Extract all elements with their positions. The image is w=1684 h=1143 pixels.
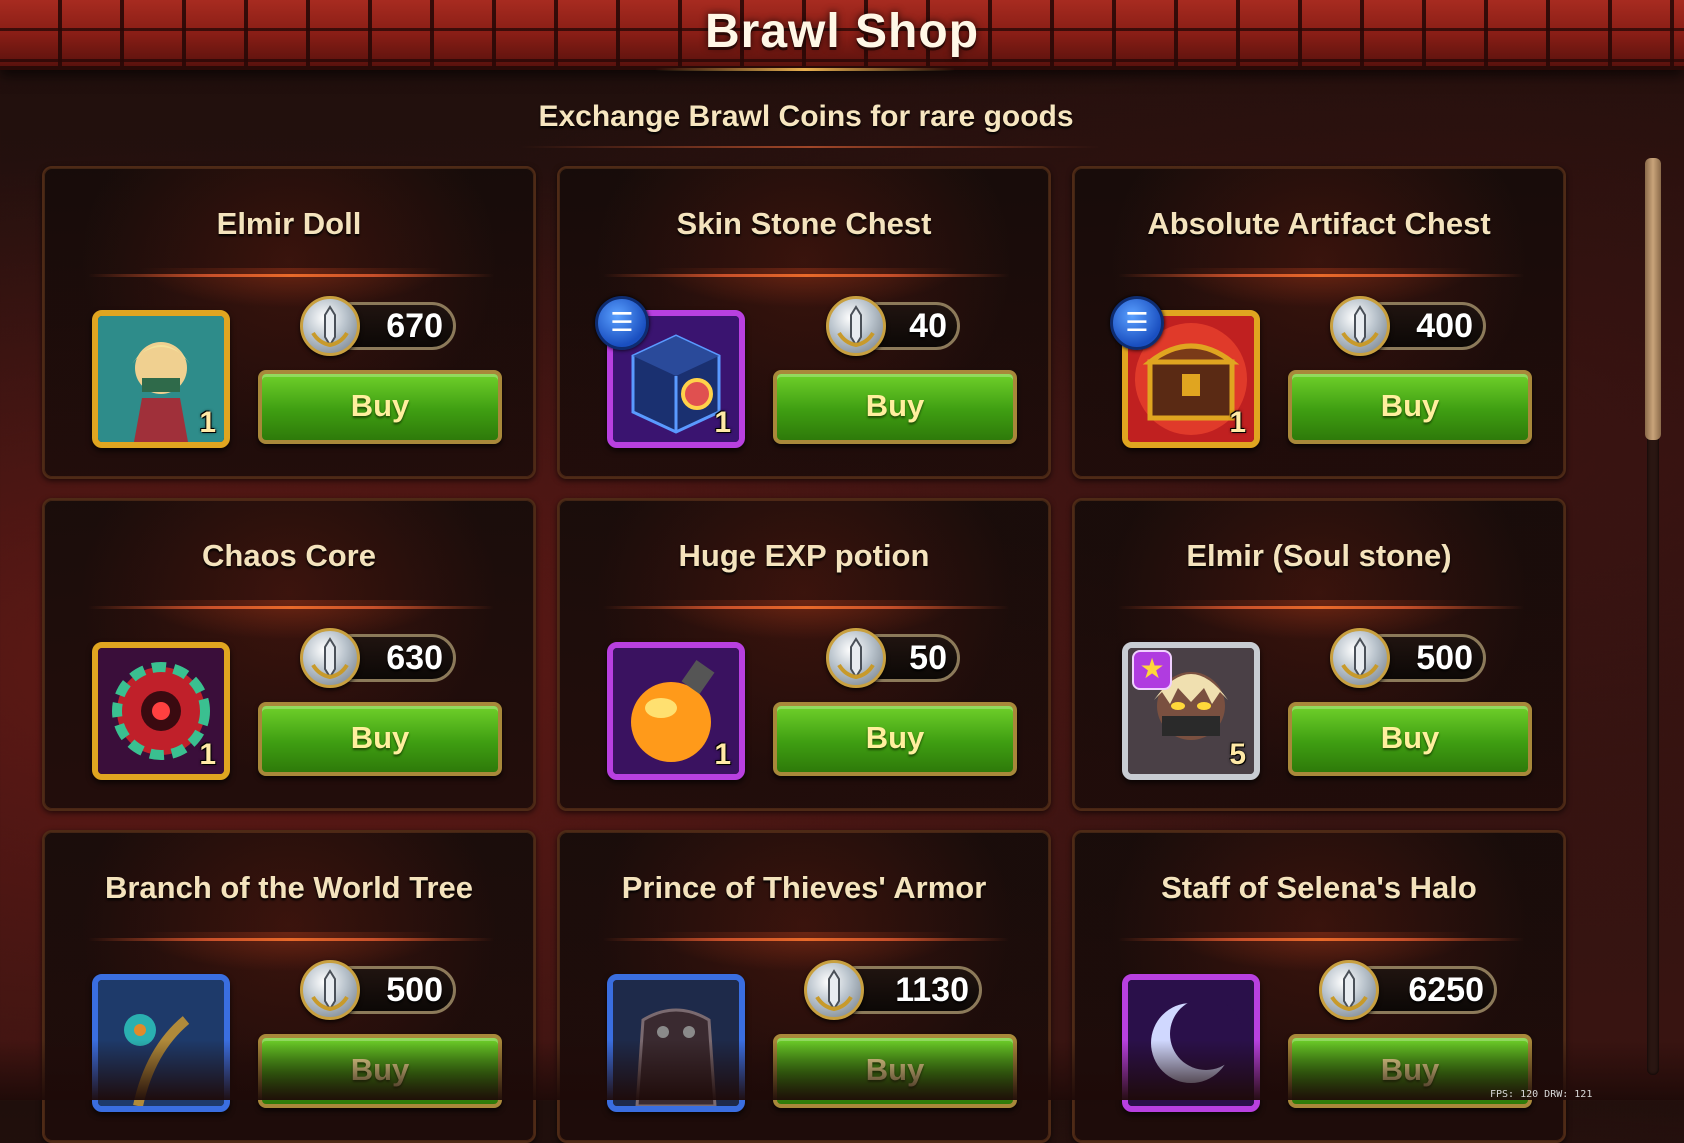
brawl-coin-icon: [804, 960, 864, 1020]
shop-item-card: Elmir (Soul stone) 5 ★ 500 Buy: [1072, 498, 1566, 811]
item-quantity: 1: [714, 406, 731, 439]
item-quantity: 1: [714, 738, 731, 771]
star-icon: ★: [1132, 650, 1172, 690]
item-name: Huge EXP potion: [678, 538, 930, 573]
brawl-coin-icon: [1330, 296, 1390, 356]
buy-button[interactable]: Buy: [1288, 370, 1532, 444]
bottom-fade: [0, 1040, 1684, 1100]
info-list-icon[interactable]: ☰: [595, 296, 649, 350]
item-divider: [88, 606, 494, 609]
brawl-coin-icon: [826, 296, 886, 356]
buy-button[interactable]: Buy: [773, 370, 1017, 444]
item-quantity: 1: [1229, 406, 1246, 439]
brawl-coin-icon: [300, 628, 360, 688]
shop-item-card: Huge EXP potion 1 50 Buy: [557, 498, 1051, 811]
shop-item-card: Elmir Doll 1 670 Buy: [42, 166, 536, 479]
item-name: Chaos Core: [202, 538, 376, 573]
item-divider: [88, 938, 494, 941]
brawl-coin-icon: [1319, 960, 1379, 1020]
exp-potion-icon[interactable]: 1: [607, 642, 745, 780]
item-divider: [1118, 938, 1524, 941]
scrollbar-thumb[interactable]: [1645, 158, 1661, 440]
buy-button[interactable]: Buy: [258, 702, 502, 776]
fps-counter: FPS: 120 DRW: 121: [1490, 1089, 1593, 1100]
elmir-doll-icon[interactable]: 1: [92, 310, 230, 448]
shop-item-card: Skin Stone Chest 1 ☰ 40 Buy: [557, 166, 1051, 479]
item-name: Branch of the World Tree: [104, 870, 474, 905]
shop-item-grid: Elmir Doll 1 670 Buy Skin Stone Chest 1 ☰ 40 Buy…: [0, 0, 1684, 1143]
item-name: Elmir Doll: [216, 206, 362, 241]
item-quantity: 1: [199, 738, 216, 771]
item-divider: [88, 274, 494, 277]
info-list-icon[interactable]: ☰: [1110, 296, 1164, 350]
brawl-coin-icon: [300, 296, 360, 356]
item-quantity: 1: [199, 406, 216, 439]
buy-button[interactable]: Buy: [773, 702, 1017, 776]
item-name: Skin Stone Chest: [676, 206, 932, 241]
buy-button[interactable]: Buy: [258, 370, 502, 444]
brawl-coin-icon: [300, 960, 360, 1020]
item-name: Absolute Artifact Chest: [1147, 206, 1491, 241]
brawl-coin-icon: [826, 628, 886, 688]
shop-item-card: Chaos Core 1 630 Buy: [42, 498, 536, 811]
item-name: Elmir (Soul stone): [1186, 538, 1452, 573]
buy-button[interactable]: Buy: [1288, 702, 1532, 776]
chaos-core-icon[interactable]: 1: [92, 642, 230, 780]
item-divider: [603, 938, 1009, 941]
item-divider: [1118, 606, 1524, 609]
item-divider: [1118, 274, 1524, 277]
item-divider: [603, 606, 1009, 609]
brawl-coin-icon: [1330, 628, 1390, 688]
item-name: Staff of Selena's Halo: [1161, 870, 1477, 905]
item-name: Prince of Thieves' Armor: [621, 870, 987, 905]
shop-item-card: Absolute Artifact Chest 1 ☰ 400 Buy: [1072, 166, 1566, 479]
item-divider: [603, 274, 1009, 277]
item-quantity: 5: [1229, 738, 1246, 771]
